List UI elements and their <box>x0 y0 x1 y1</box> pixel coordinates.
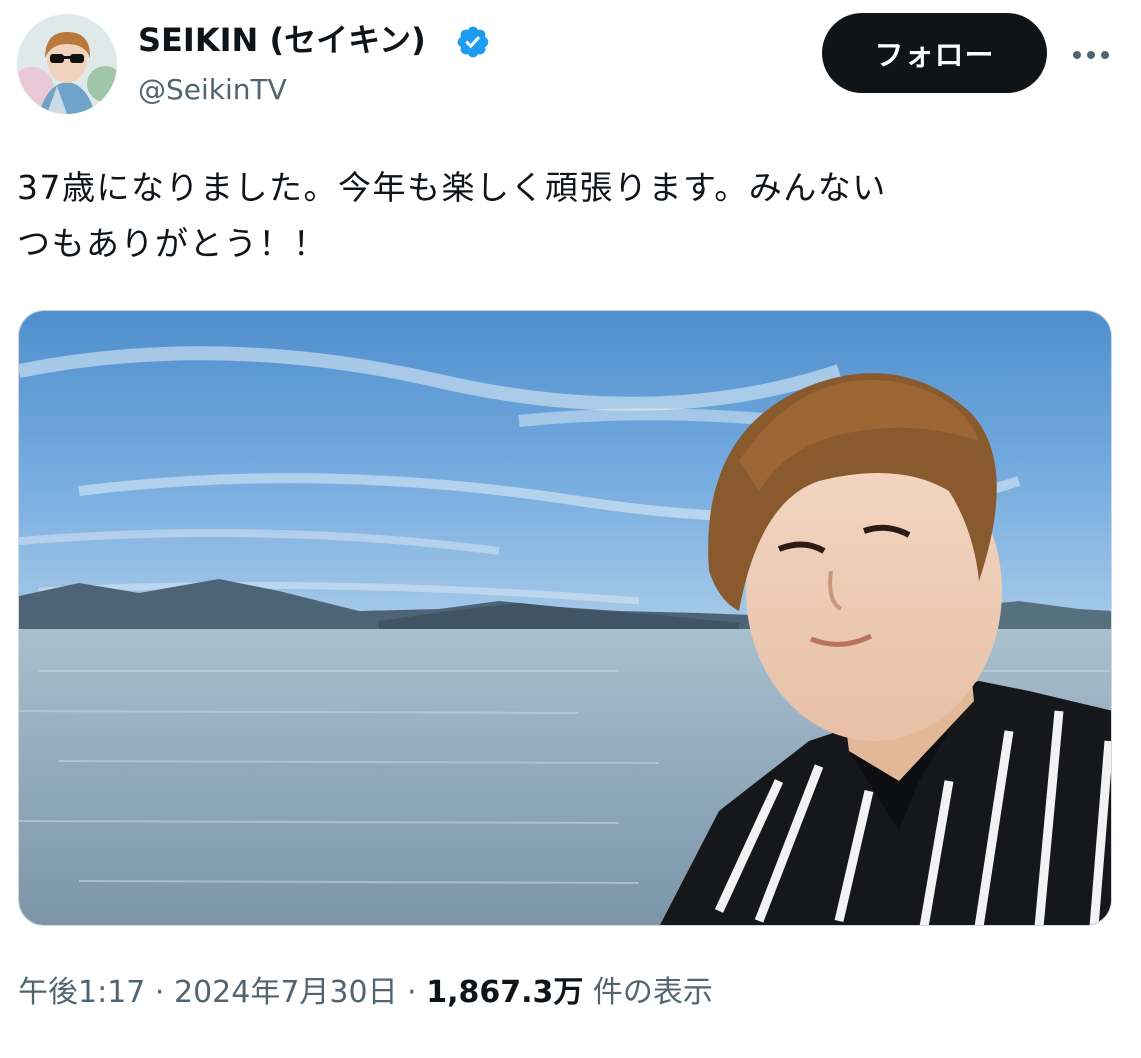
tweet-photo[interactable] <box>18 310 1112 926</box>
more-options-button[interactable] <box>1066 30 1116 80</box>
tweet-text-line: 37歳になりました。今年も楽しく頑張ります。みんない <box>17 168 887 207</box>
tweet-card: SEIKIN (セイキン) @SeikinTV フォロー 37歳になりました。今… <box>0 0 1141 1058</box>
tweet-meta: 午後1:17 · 2024年7月30日 · 1,867.3万 件の表示 <box>18 970 713 1016</box>
meta-separator: · <box>145 975 174 1010</box>
tweet-date[interactable]: 2024年7月30日 <box>174 975 398 1010</box>
verified-badge-icon <box>457 26 489 58</box>
author-display-name[interactable]: SEIKIN (セイキン) <box>138 20 426 60</box>
photo-image <box>19 311 1111 925</box>
avatar-image <box>17 14 117 114</box>
tweet-text: 37歳になりました。今年も楽しく頑張ります。みんない つもありがとう！！ <box>17 160 1117 272</box>
author-handle[interactable]: @SeikinTV <box>138 70 287 110</box>
tweet-time[interactable]: 午後1:17 <box>18 975 145 1010</box>
avatar[interactable] <box>17 14 117 114</box>
views-label: 件の表示 <box>592 975 713 1010</box>
tweet-text-line: つもありがとう！！ <box>17 224 328 263</box>
meta-separator: · <box>397 975 427 1010</box>
more-dots-icon <box>1073 51 1109 59</box>
follow-button[interactable]: フォロー <box>822 13 1047 93</box>
views-count: 1,867.3万 <box>426 975 584 1010</box>
